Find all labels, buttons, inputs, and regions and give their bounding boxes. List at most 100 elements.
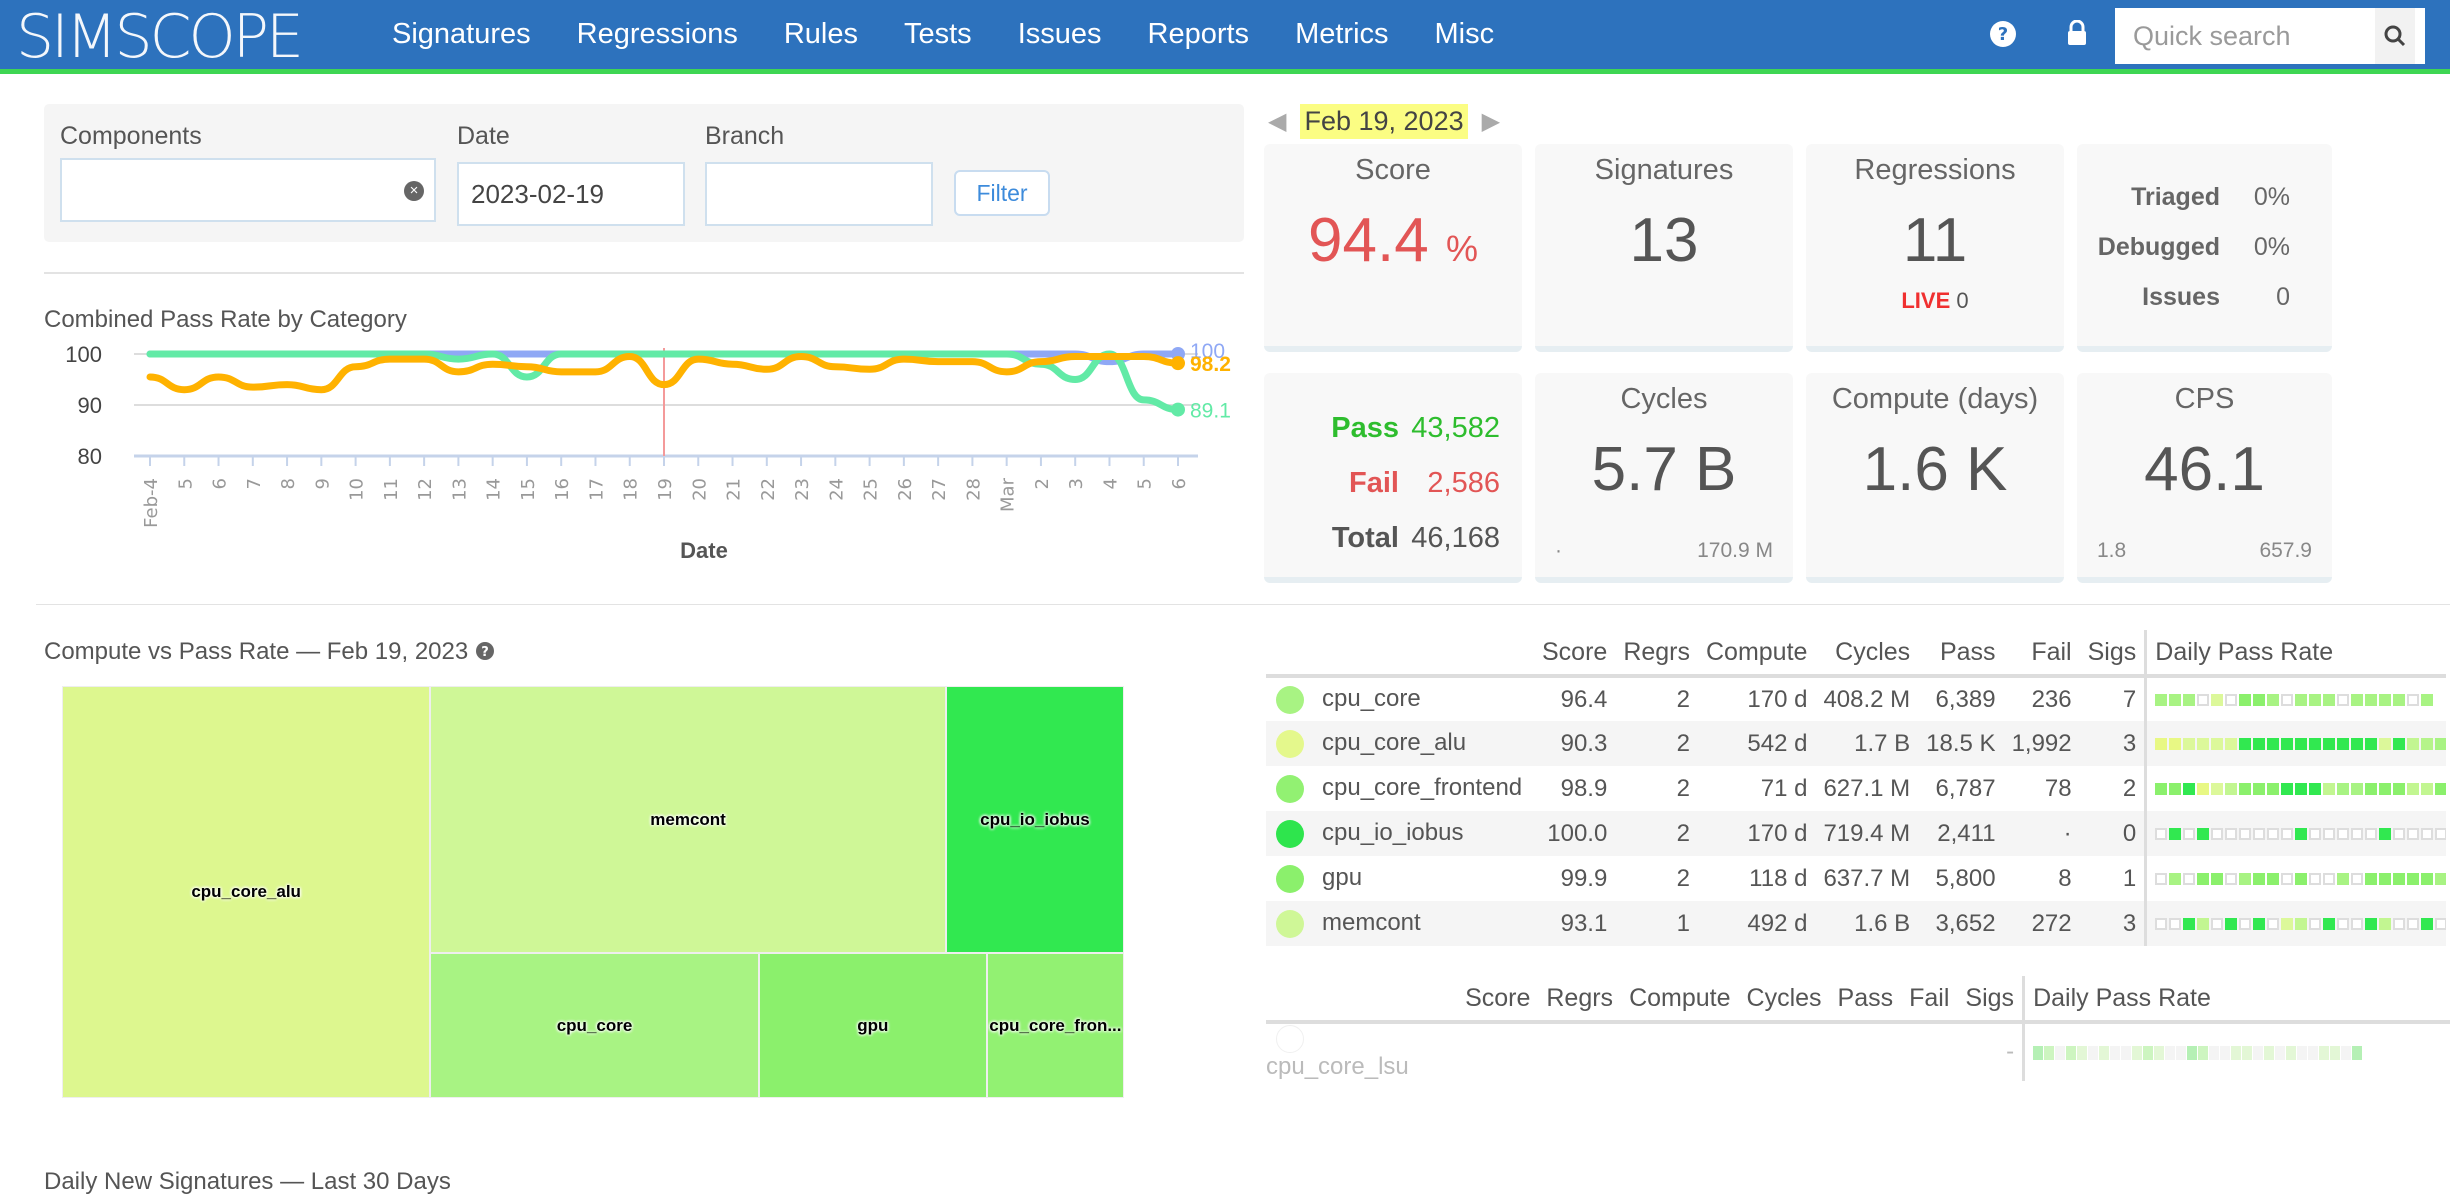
daily-pass-rate-cell[interactable]	[2121, 1045, 2132, 1060]
daily-pass-rate-cell[interactable]	[2337, 694, 2350, 707]
daily-pass-rate-cell[interactable]	[2253, 694, 2266, 707]
fail-cell[interactable]: 8	[2004, 856, 2080, 901]
col-regrs[interactable]: Regrs	[1538, 976, 1622, 1024]
regrs-cell[interactable]: 1	[1615, 901, 1698, 946]
menu-signatures[interactable]: Signatures	[392, 18, 531, 51]
treemap-tile-cpu_core[interactable]: cpu_core	[430, 953, 759, 1098]
daily-pass-rate-cell[interactable]	[2211, 828, 2224, 841]
component-name[interactable]: cpu_core_lsu	[1266, 1053, 1409, 1080]
daily-pass-rate-cell[interactable]	[2421, 828, 2434, 841]
daily-pass-rate-cell[interactable]	[2155, 873, 2168, 886]
component-name[interactable]: gpu	[1322, 864, 1362, 891]
daily-pass-rate-cell[interactable]	[2295, 828, 2308, 841]
fail-cell[interactable]: ·	[2003, 811, 2080, 856]
daily-pass-rate-cell[interactable]	[2421, 918, 2434, 931]
next-date-icon[interactable]: ▶	[1482, 107, 1500, 136]
score-card[interactable]: Score 94.4 %	[1264, 144, 1522, 352]
menu-issues[interactable]: Issues	[1018, 18, 1102, 51]
daily-pass-rate-cell[interactable]	[2309, 783, 2322, 796]
daily-pass-rate-cell[interactable]	[2407, 738, 2420, 751]
col-regrs[interactable]: Regrs	[1615, 630, 1698, 678]
regrs-cell[interactable]: 2	[1615, 856, 1698, 901]
daily-pass-rate-cell[interactable]	[2365, 738, 2378, 751]
daily-pass-rate-cell[interactable]	[2239, 918, 2252, 931]
daily-pass-rate-cell[interactable]	[2253, 918, 2266, 931]
daily-pass-rate-cell[interactable]	[2435, 873, 2446, 886]
component-name[interactable]: cpu_io_iobus	[1322, 819, 1463, 846]
daily-pass-rate-cell[interactable]	[2225, 828, 2238, 841]
daily-pass-rate-cell[interactable]	[2267, 738, 2280, 751]
simscope-logo[interactable]: SIMSCOPE	[16, 2, 304, 72]
col-cycles[interactable]: Cycles	[1815, 630, 1919, 678]
daily-pass-rate-cell[interactable]	[2253, 1045, 2264, 1060]
daily-pass-rate-cell[interactable]	[2435, 783, 2446, 796]
fail-cell[interactable]: 236	[2004, 676, 2080, 721]
component-name[interactable]: cpu_core_frontend	[1322, 774, 1522, 801]
prev-date-icon[interactable]: ◀	[1268, 107, 1286, 136]
daily-pass-rate-cell[interactable]	[2239, 828, 2252, 841]
daily-pass-rate-cell[interactable]	[2155, 738, 2168, 751]
menu-rules[interactable]: Rules	[784, 18, 858, 51]
daily-pass-rate-cell[interactable]	[2365, 873, 2378, 886]
daily-pass-rate-cell[interactable]	[2421, 783, 2434, 796]
daily-pass-rate-cell[interactable]	[2337, 738, 2350, 751]
daily-pass-rate-cell[interactable]	[2242, 1045, 2253, 1060]
daily-pass-rate-cell[interactable]	[2264, 1045, 2275, 1060]
sigs-cell[interactable]: 2	[2080, 766, 2146, 811]
daily-pass-rate-cell[interactable]	[2393, 783, 2406, 796]
branch-input[interactable]	[705, 162, 933, 226]
daily-pass-rate-cell[interactable]	[2183, 873, 2196, 886]
daily-pass-rate-cell[interactable]	[2435, 828, 2446, 841]
daily-pass-rate-cell[interactable]	[2309, 873, 2322, 886]
daily-pass-rate-cell[interactable]	[2155, 828, 2168, 841]
daily-pass-rate-cell[interactable]	[2393, 828, 2406, 841]
col-sigs[interactable]: Sigs	[2079, 630, 2146, 678]
sigs-cell[interactable]: 3	[2079, 901, 2146, 946]
daily-pass-rate-cell[interactable]	[2183, 694, 2196, 707]
daily-pass-rate-cell[interactable]	[2267, 783, 2280, 796]
daily-pass-rate-cell[interactable]	[2365, 694, 2378, 707]
sigs-cell[interactable]: 3	[2079, 721, 2146, 766]
daily-pass-rate-cell[interactable]	[2099, 1045, 2110, 1060]
daily-pass-rate-cell[interactable]	[2055, 1045, 2066, 1060]
table-row[interactable]: memcont 93.1 1 492 d 1.6 B 3,652 272 3	[1266, 901, 2446, 946]
daily-pass-rate-cell[interactable]	[2197, 783, 2210, 796]
daily-pass-rate-cell[interactable]	[2351, 738, 2364, 751]
daily-pass-rate-cell[interactable]	[2323, 738, 2336, 751]
daily-pass-rate-cell[interactable]	[2275, 1045, 2286, 1060]
col-fail[interactable]: Fail	[2003, 630, 2080, 678]
daily-pass-rate-cell[interactable]	[2352, 1045, 2363, 1060]
compute-card[interactable]: Compute (days) 1.6 K	[1806, 373, 2064, 583]
daily-pass-rate-cell[interactable]	[2225, 783, 2238, 796]
fail-cell[interactable]: 272	[2003, 901, 2080, 946]
daily-pass-rate-cell[interactable]	[2337, 828, 2350, 841]
daily-pass-rate-cell[interactable]	[2407, 918, 2420, 931]
daily-pass-rate-cell[interactable]	[2323, 694, 2336, 707]
daily-pass-rate-cell[interactable]	[2253, 783, 2266, 796]
pass-cell[interactable]: 2,411	[1918, 811, 2004, 856]
daily-pass-rate-cell[interactable]	[2183, 918, 2196, 931]
daily-pass-rate-cell[interactable]	[2211, 783, 2224, 796]
pass-cell[interactable]: 6,389	[1918, 676, 2003, 721]
regressions-card[interactable]: Regressions 11 LIVE 0	[1806, 144, 2064, 352]
daily-pass-rate-cell[interactable]	[2209, 1045, 2220, 1060]
daily-pass-rate-cell[interactable]	[2239, 738, 2252, 751]
daily-pass-rate-cell[interactable]	[2197, 873, 2210, 886]
daily-pass-rate-cell[interactable]	[2281, 738, 2294, 751]
col-score[interactable]: Score	[1534, 630, 1616, 678]
menu-misc[interactable]: Misc	[1435, 18, 1495, 51]
table-row[interactable]: gpu 99.9 2 118 d 637.7 M 5,800 8 1	[1266, 856, 2446, 901]
daily-pass-rate-cell[interactable]	[2295, 783, 2308, 796]
daily-pass-rate-cell[interactable]	[2176, 1045, 2187, 1060]
daily-pass-rate-cell[interactable]	[2239, 783, 2252, 796]
daily-pass-rate-cell[interactable]	[2044, 1045, 2055, 1060]
menu-regressions[interactable]: Regressions	[577, 18, 738, 51]
daily-pass-rate-cell[interactable]	[2154, 1045, 2165, 1060]
filter-button[interactable]: Filter	[954, 170, 1050, 216]
pass-cell[interactable]: 3,652	[1918, 901, 2004, 946]
pass-cell[interactable]: 5,800	[1918, 856, 2003, 901]
daily-pass-rate-cell[interactable]	[2379, 828, 2392, 841]
daily-pass-rate-cell[interactable]	[2379, 918, 2392, 931]
daily-pass-rate-cell[interactable]	[2267, 873, 2280, 886]
lock-icon[interactable]	[2062, 19, 2092, 50]
